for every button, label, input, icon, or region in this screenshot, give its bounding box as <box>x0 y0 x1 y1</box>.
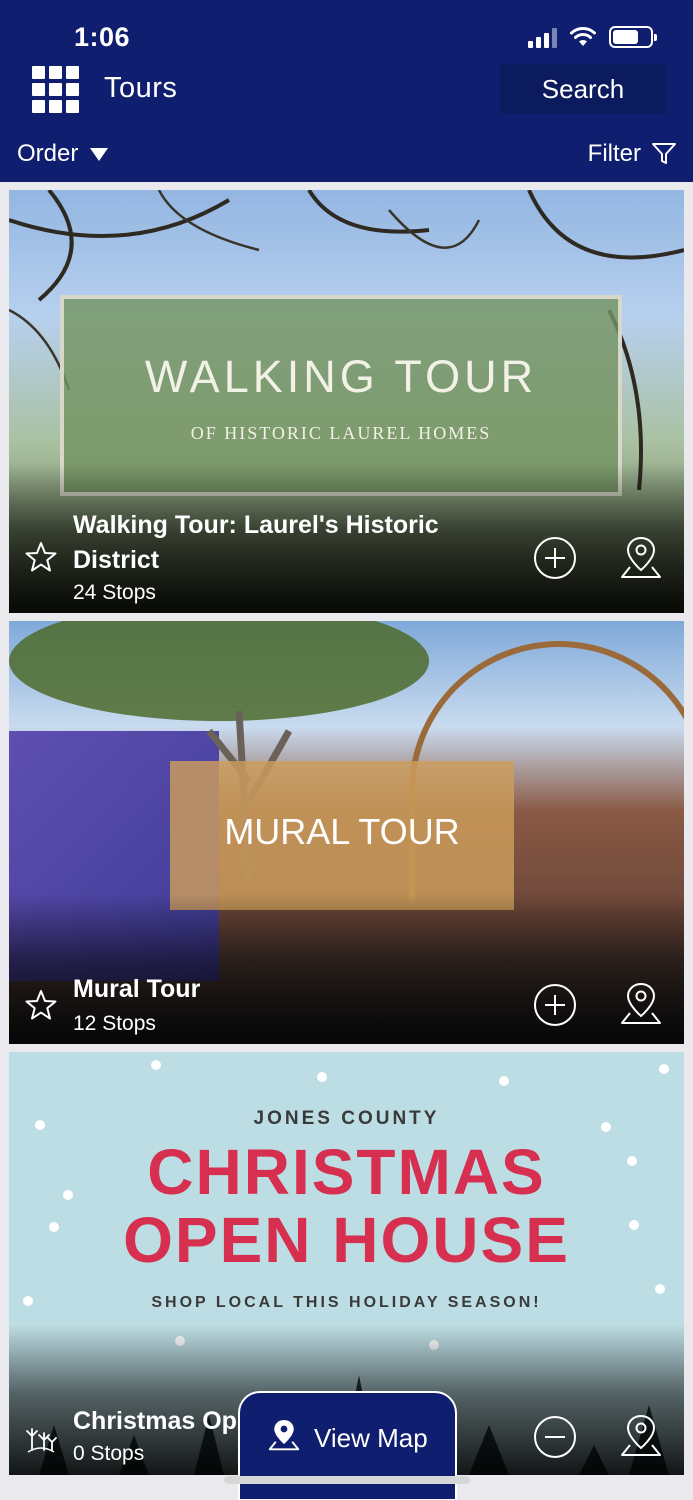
fireworks-icon[interactable] <box>24 1420 58 1454</box>
image-open-house-text: OPEN HOUSE <box>123 1204 570 1276</box>
order-label: Order <box>17 140 79 167</box>
sign-main-text: WALKING TOUR <box>144 351 538 402</box>
image-shop-local-text: SHOP LOCAL THIS HOLIDAY SEASON! <box>151 1294 542 1311</box>
wifi-icon <box>570 27 596 46</box>
mural-tour-banner: MURAL TOUR <box>170 761 514 910</box>
tour-stops: 24 Stops <box>73 581 156 604</box>
filter-button[interactable]: Filter <box>588 140 677 168</box>
order-dropdown[interactable]: Order <box>17 140 109 168</box>
tour-title[interactable]: Walking Tour: Laurel's Historic District <box>73 508 503 578</box>
filter-funnel-icon <box>652 143 676 164</box>
menu-grid-icon[interactable] <box>32 66 80 114</box>
minus-circle-icon[interactable] <box>533 1415 577 1459</box>
map-pin-icon[interactable] <box>619 534 663 582</box>
image-county-text: JONES COUNTY <box>253 1108 440 1129</box>
tour-stops: 12 Stops <box>73 1012 156 1035</box>
map-pin-icon <box>268 1420 300 1451</box>
battery-icon <box>609 26 657 48</box>
image-christmas-text: CHRISTMAS <box>147 1136 546 1208</box>
cellular-signal-icon <box>528 26 557 48</box>
home-indicator[interactable] <box>224 1476 470 1484</box>
status-icons <box>528 26 657 48</box>
status-time: 1:06 <box>74 22 131 52</box>
plus-circle-icon[interactable] <box>533 536 577 580</box>
tour-stops: 0 Stops <box>73 1442 145 1465</box>
tour-card-mural[interactable]: MURAL TOUR Mural Tour 12 Stops <box>9 621 684 1044</box>
tours-screen: 1:06 Tours Search Order Filter WALKING T… <box>0 0 693 1500</box>
sign-sub-text: OF HISTORIC LAUREL HOMES <box>190 423 492 443</box>
star-outline-icon[interactable] <box>24 540 58 574</box>
tour-title[interactable]: Mural Tour <box>73 972 503 1007</box>
map-pin-icon[interactable] <box>619 980 663 1028</box>
plus-circle-icon[interactable] <box>533 983 577 1027</box>
filter-label: Filter <box>587 140 641 167</box>
map-pin-icon[interactable] <box>619 1412 663 1460</box>
page-title: Tours <box>104 72 178 104</box>
view-map-label: View Map <box>314 1423 428 1453</box>
search-button[interactable]: Search <box>500 64 666 114</box>
banner-text: MURAL TOUR <box>224 811 460 852</box>
star-outline-icon[interactable] <box>24 988 58 1022</box>
caret-down-icon <box>90 147 109 161</box>
tour-card-walking[interactable]: WALKING TOUR OF HISTORIC LAUREL HOMES Wa… <box>9 190 684 613</box>
app-header: 1:06 Tours Search Order Filter <box>0 0 693 182</box>
